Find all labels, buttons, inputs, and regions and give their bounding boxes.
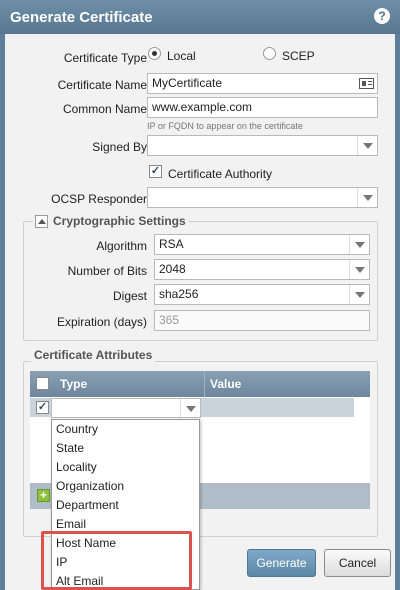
generate-button[interactable]: Generate (247, 549, 316, 577)
chevron-down-icon[interactable] (357, 136, 377, 155)
number-of-bits-label: Number of Bits (67, 264, 147, 278)
certificate-authority-label: Certificate Authority (168, 167, 273, 181)
certificate-authority-checkbox[interactable]: ✓ (149, 165, 162, 178)
radio-scep-label: SCEP (282, 49, 315, 63)
address-card-icon[interactable] (359, 78, 374, 89)
common-name-label: Common Name (62, 102, 147, 116)
menu-item-organization[interactable]: Organization (52, 477, 199, 496)
expiration-label: Expiration (days) (56, 315, 147, 329)
number-of-bits-value: 2048 (159, 262, 186, 276)
chevron-down-icon[interactable] (349, 260, 369, 279)
menu-item-state[interactable]: State (52, 439, 199, 458)
digest-select[interactable]: sha256 (154, 284, 370, 305)
dialog-title: Generate Certificate (10, 9, 153, 26)
menu-item-country[interactable]: Country (52, 420, 199, 439)
certificate-attributes-title: Certificate Attributes (31, 348, 156, 362)
column-divider (204, 371, 205, 397)
common-name-hint: IP or FQDN to appear on the certificate (147, 121, 303, 131)
cryptographic-settings-title: Cryptographic Settings (33, 214, 189, 228)
type-select-input[interactable] (51, 398, 201, 418)
menu-item-department[interactable]: Department (52, 496, 199, 515)
certificate-name-label: Certificate Name (57, 78, 147, 92)
expiration-value: 365 (159, 313, 180, 327)
chevron-down-icon[interactable] (357, 188, 377, 207)
ocsp-responder-select[interactable] (147, 187, 378, 208)
common-name-value: www.example.com (152, 100, 253, 114)
number-of-bits-select[interactable]: 2048 (154, 259, 370, 280)
dialog-body: Certificate Type Local SCEP Certificate … (5, 34, 395, 590)
digest-value: sha256 (159, 287, 199, 301)
chevron-down-icon[interactable] (349, 235, 369, 254)
algorithm-label: Algorithm (96, 239, 147, 253)
signed-by-select[interactable] (147, 135, 378, 156)
radio-local[interactable] (148, 47, 161, 60)
certificate-name-value: MyCertificate (152, 76, 223, 90)
collapse-icon[interactable] (35, 215, 48, 228)
common-name-input[interactable]: www.example.com (147, 97, 378, 118)
chevron-down-icon[interactable] (180, 399, 200, 417)
attributes-grid-header: Type Value (30, 371, 370, 397)
expiration-input[interactable]: 365 (154, 310, 370, 331)
column-value-header[interactable]: Value (210, 377, 241, 391)
dialog-titlebar: Generate Certificate ? (0, 0, 400, 34)
digest-label: Digest (112, 289, 147, 303)
column-type-header[interactable]: Type (60, 377, 87, 391)
ocsp-responder-label: OCSP Responder (51, 192, 147, 206)
help-icon[interactable]: ? (374, 8, 390, 24)
certificate-name-input[interactable]: MyCertificate (147, 73, 378, 94)
algorithm-select[interactable]: RSA (154, 234, 370, 255)
chevron-down-icon[interactable] (349, 285, 369, 304)
add-icon[interactable]: + (37, 489, 50, 502)
certificate-type-label: Certificate Type (63, 51, 147, 65)
row-checkbox[interactable]: ✓ (36, 401, 49, 414)
highlight-annotation-box (41, 531, 192, 590)
radio-scep[interactable] (263, 47, 276, 60)
menu-item-locality[interactable]: Locality (52, 458, 199, 477)
algorithm-value: RSA (159, 237, 184, 251)
radio-local-label: Local (167, 49, 196, 63)
select-all-checkbox[interactable] (36, 377, 49, 390)
signed-by-label: Signed By (92, 140, 147, 154)
cancel-button[interactable]: Cancel (324, 549, 391, 577)
